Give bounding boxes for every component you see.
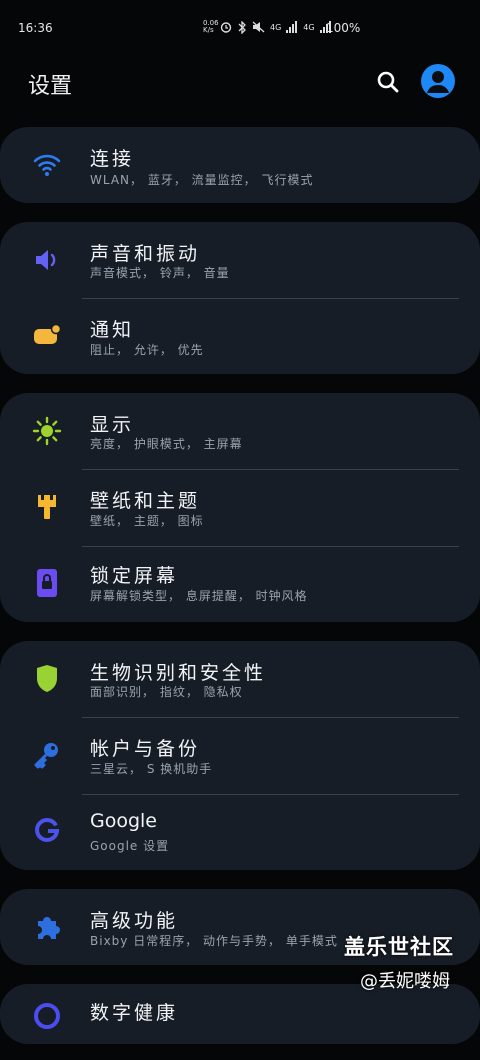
brush-icon — [31, 491, 63, 523]
settings-item-lock-screen[interactable]: 锁定屏幕 屏幕解锁类型， 息屏提醒， 时钟风格 — [0, 547, 480, 623]
item-sub: 声音模式， 铃声， 音量 — [90, 266, 230, 280]
mute-icon — [252, 21, 265, 33]
card-display: 显示 亮度， 护眼模式， 主屏幕 壁纸和主题 壁纸， 主题， 图标 锁定屏幕 屏… — [0, 393, 480, 622]
item-label: 连接 — [90, 148, 135, 170]
key-icon — [31, 739, 63, 771]
settings-item-sound[interactable]: 声音和振动 声音模式， 铃声， 音量 — [0, 222, 480, 298]
settings-item-display[interactable]: 显示 亮度， 护眼模式， 主屏幕 — [0, 393, 480, 469]
search-icon — [377, 71, 399, 93]
net-speed: 0.06 K/s — [203, 19, 219, 34]
item-sub: Bixby 日常程序， 动作与手势， 单手模式 — [90, 934, 338, 948]
page-title: 设置 — [28, 74, 73, 99]
search-button[interactable] — [374, 68, 402, 96]
settings-item-notifications[interactable]: 通知 阻止， 允许， 优先 — [0, 299, 480, 375]
wellbeing-icon — [31, 1000, 63, 1032]
item-sub: 亮度， 护眼模式， 主屏幕 — [90, 437, 243, 451]
card-security: 生物识别和安全性 面部识别， 指纹， 隐私权 帐户与备份 三星云， S 换机助手… — [0, 641, 480, 870]
profile-button[interactable] — [421, 64, 455, 98]
network-type-2: 4G — [303, 22, 315, 32]
google-icon — [31, 815, 63, 847]
item-sub: WLAN， 蓝牙， 流量监控， 飞行模式 — [90, 173, 314, 187]
item-sub: 阻止， 允许， 优先 — [90, 343, 204, 357]
battery-level: 100% — [326, 21, 361, 35]
item-sub: 三星云， S 换机助手 — [90, 762, 213, 776]
settings-item-digital-wellbeing[interactable]: 数字健康 — [0, 984, 480, 1060]
lock-icon — [31, 567, 63, 599]
item-label: 声音和振动 — [90, 243, 201, 265]
puzzle-icon — [31, 911, 63, 943]
card-wellbeing: 数字健康 — [0, 984, 480, 1044]
notification-icon — [31, 320, 63, 352]
item-sub: 壁纸， 主题， 图标 — [90, 514, 204, 528]
item-label: 通知 — [90, 319, 135, 341]
item-label: 锁定屏幕 — [90, 565, 179, 587]
alarm-icon — [220, 22, 232, 33]
brightness-icon — [31, 415, 63, 447]
card-sound-notifications: 声音和振动 声音模式， 铃声， 音量 通知 阻止， 允许， 优先 — [0, 222, 480, 374]
bluetooth-icon — [238, 20, 246, 34]
item-label: 壁纸和主题 — [90, 490, 201, 512]
wifi-icon — [31, 149, 63, 181]
item-label: Google — [90, 810, 158, 832]
item-label: 高级功能 — [90, 910, 179, 932]
item-label: 显示 — [90, 414, 135, 436]
item-sub: 面部识别， 指纹， 隐私权 — [90, 685, 243, 699]
card-connections: 连接 WLAN， 蓝牙， 流量监控， 飞行模式 — [0, 127, 480, 203]
settings-item-google[interactable]: Google Google 设置 — [0, 795, 480, 871]
item-label: 数字健康 — [90, 1002, 179, 1024]
settings-item-biometrics[interactable]: 生物识别和安全性 面部识别， 指纹， 隐私权 — [0, 641, 480, 717]
network-type-1: 4G — [270, 22, 282, 32]
item-label: 生物识别和安全性 — [90, 662, 267, 684]
item-label: 帐户与备份 — [90, 738, 201, 760]
watermark-community: 盖乐世社区 — [344, 935, 454, 959]
signal-icon — [286, 21, 298, 33]
item-sub: Google 设置 — [90, 839, 170, 853]
settings-item-connections[interactable]: 连接 WLAN， 蓝牙， 流量监控， 飞行模式 — [0, 127, 480, 203]
status-bar: 16:36 0.06 K/s 4G 4G 100% — [0, 0, 480, 54]
avatar-icon — [427, 71, 449, 93]
status-icons: 0.06 K/s 4G 4G — [203, 20, 332, 34]
watermark-user: @丢妮喽姆 — [360, 971, 450, 992]
header: 设置 — [0, 58, 480, 106]
volume-icon — [31, 244, 63, 276]
shield-icon — [31, 663, 63, 695]
status-time: 16:36 — [18, 21, 53, 35]
settings-item-wallpaper-themes[interactable]: 壁纸和主题 壁纸， 主题， 图标 — [0, 470, 480, 546]
item-sub: 屏幕解锁类型， 息屏提醒， 时钟风格 — [90, 589, 308, 603]
settings-item-accounts-backup[interactable]: 帐户与备份 三星云， S 换机助手 — [0, 718, 480, 794]
